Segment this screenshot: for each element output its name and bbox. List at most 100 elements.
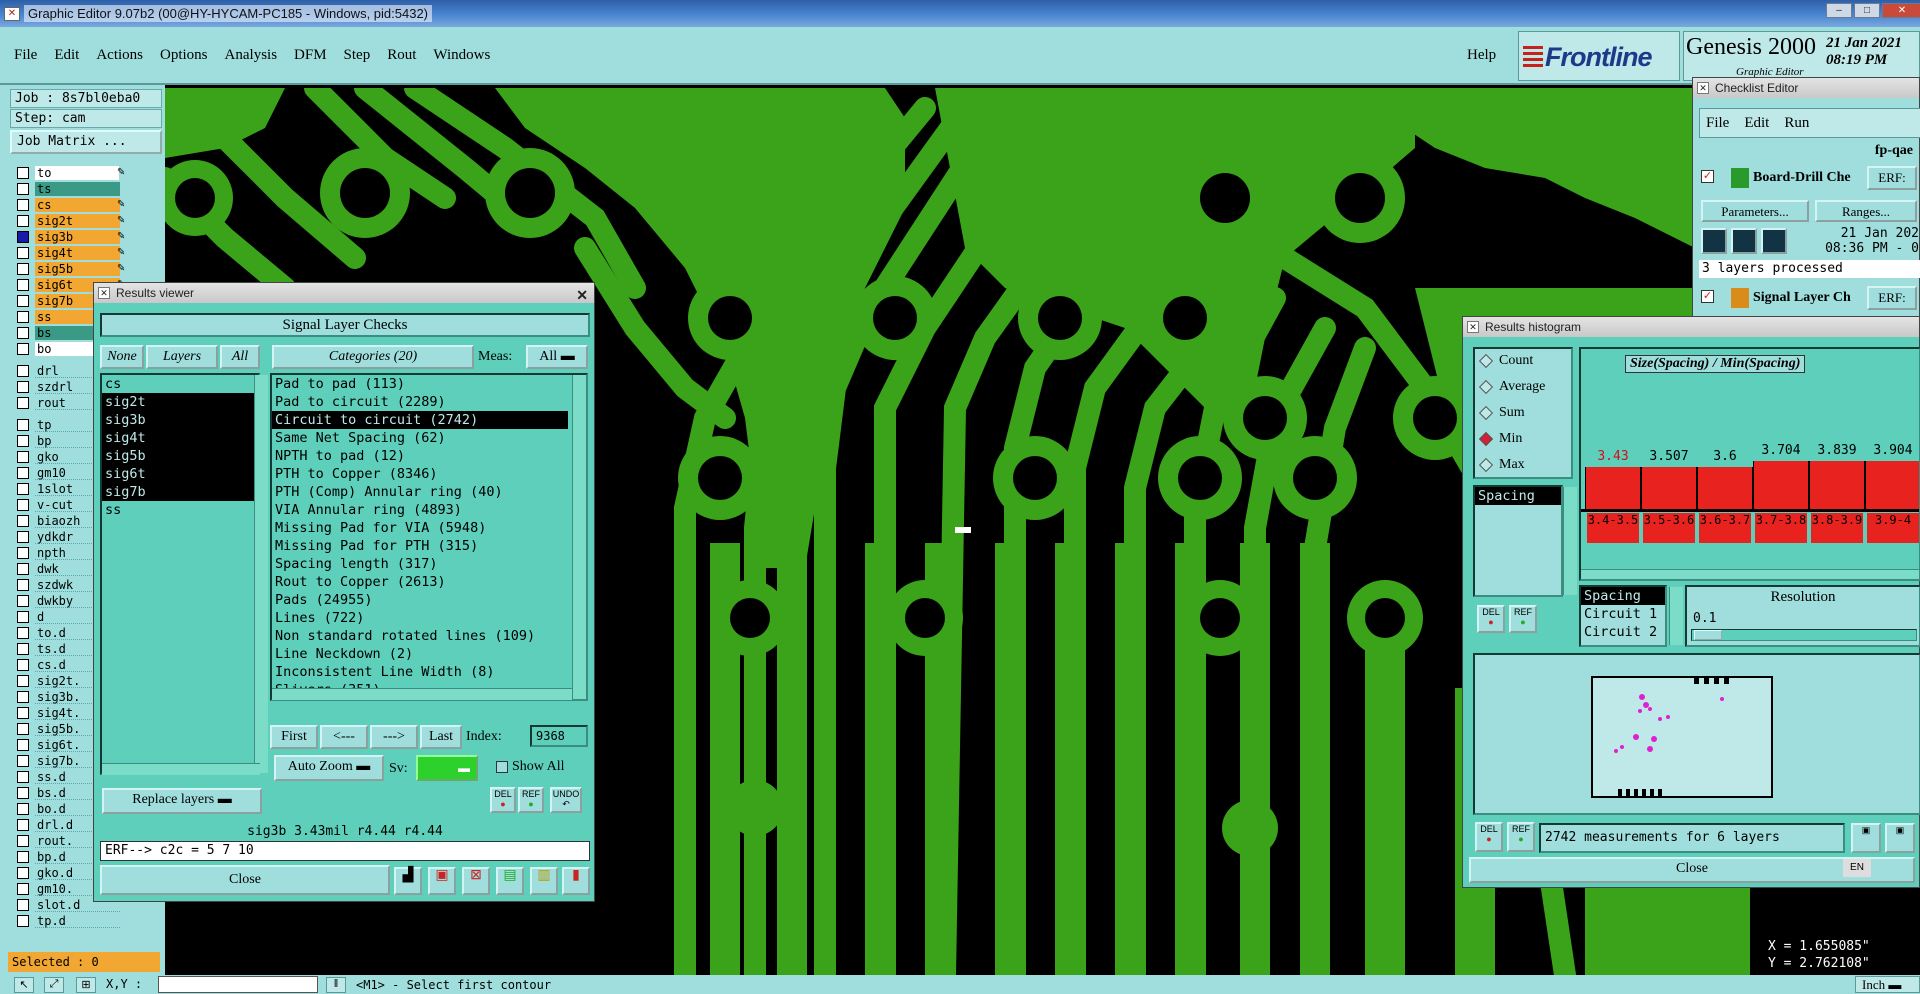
replace-layers-dropdown[interactable]: Replace layers ▬ [102, 788, 262, 814]
menu-step[interactable]: Step [344, 47, 371, 64]
histogram-spacing-list[interactable]: Spacing [1473, 485, 1563, 597]
grid-tool-icon[interactable]: ⊞ [76, 977, 96, 993]
first-button[interactable]: First [270, 725, 318, 749]
hist-del-button[interactable]: DEL ● [1477, 605, 1505, 633]
ranges-button[interactable]: Ranges... [1815, 200, 1917, 222]
category-item[interactable]: Spacing length (317) [272, 555, 586, 573]
meas-dropdown[interactable]: All ▬ [526, 345, 588, 369]
undo-button[interactable]: UNDO ↶ [550, 787, 582, 813]
menu-dfm[interactable]: DFM [294, 47, 327, 64]
layer-checkbox[interactable] [17, 642, 29, 655]
layer-checkbox[interactable] [17, 562, 29, 575]
layer-checkbox[interactable] [17, 786, 29, 799]
category-item[interactable]: Missing Pad for VIA (5948) [272, 519, 586, 537]
histogram-field-item[interactable]: Circuit 2 [1581, 623, 1665, 641]
layer-checkbox[interactable] [17, 738, 29, 751]
menu-options[interactable]: Options [160, 47, 208, 64]
layer-row[interactable]: ts [13, 181, 133, 196]
result-layer-item[interactable]: sig4t [102, 429, 258, 447]
result-layer-item[interactable]: sig2t [102, 393, 258, 411]
histogram-hscrollbar[interactable] [1581, 569, 1919, 579]
measure-tool-icon[interactable]: ⤢ [44, 977, 64, 993]
layer-checkbox[interactable] [17, 434, 29, 447]
layer-row[interactable]: to ✎ [13, 165, 133, 180]
ref-button[interactable]: REF ● [518, 787, 544, 813]
category-item[interactable]: NPTH to pad (12) [272, 447, 586, 465]
layer-checkbox[interactable] [17, 182, 29, 195]
layer-name[interactable]: ts [35, 181, 120, 196]
layer-checkbox[interactable] [17, 658, 29, 671]
run-icon-2[interactable] [1731, 228, 1757, 254]
layer-checkbox[interactable] [17, 326, 29, 339]
category-item[interactable]: Pad to circuit (2289) [272, 393, 586, 411]
close-window-button[interactable]: ✕ [1882, 3, 1920, 18]
layer-checkbox[interactable] [17, 498, 29, 511]
layer-checkbox[interactable] [17, 754, 29, 767]
layer-checkbox[interactable] [17, 578, 29, 591]
results-layer-list[interactable]: cs sig2t sig3b sig4t sig5b sig6t sig7b ss [100, 373, 260, 775]
job-matrix-button[interactable]: Job Matrix ... [10, 130, 162, 154]
layer-checkbox[interactable] [17, 850, 29, 863]
layer-checkbox[interactable] [17, 898, 29, 911]
layer-checkbox[interactable] [17, 166, 29, 179]
layer-checkbox[interactable] [17, 882, 29, 895]
layer-name[interactable]: cs [35, 197, 120, 212]
mode-radio-sum[interactable]: Sum [1478, 405, 1525, 421]
layer-checkbox[interactable] [17, 262, 29, 275]
layer-checkbox[interactable] [17, 198, 29, 211]
histogram-bar[interactable] [1753, 461, 1809, 509]
mode-radio-min[interactable]: Min [1478, 431, 1522, 447]
category-item[interactable]: Lines (722) [272, 609, 586, 627]
layer-checkbox[interactable] [17, 818, 29, 831]
mode-radio-max[interactable]: Max [1478, 457, 1525, 473]
category-list[interactable]: Pad to pad (113) Pad to circuit (2289) Cir… [270, 373, 588, 701]
sv-color-dropdown[interactable]: ▬ [416, 755, 478, 781]
all-button[interactable]: All [220, 345, 260, 369]
layer-list-hscrollbar[interactable] [102, 763, 260, 775]
hist-tool-icon-2[interactable]: ▣ [1885, 823, 1915, 853]
category-item[interactable]: PTH (Comp) Annular ring (40) [272, 483, 586, 501]
board-preview[interactable] [1473, 653, 1920, 815]
category-item[interactable]: PTH to Copper (8346) [272, 465, 586, 483]
layer-checkbox[interactable] [17, 514, 29, 527]
category-item[interactable]: Non standard rotated lines (109) [272, 627, 586, 645]
histogram-list-scrollbar[interactable] [1563, 487, 1577, 595]
menu-windows[interactable]: Windows [433, 47, 490, 64]
tool-icon-4[interactable]: ▤ [496, 867, 524, 895]
layer-checkbox[interactable] [17, 610, 29, 623]
layer-checkbox[interactable] [17, 396, 29, 409]
layer-checkbox[interactable] [17, 834, 29, 847]
checklist-erf-1[interactable]: ERF: [1867, 166, 1917, 190]
category-item[interactable]: Same Net Spacing (62) [272, 429, 586, 447]
layer-checkbox[interactable] [17, 706, 29, 719]
checklist-item1-check[interactable]: ✓ [1701, 170, 1714, 183]
tool-icon-3[interactable]: ⊠ [462, 867, 490, 895]
preview-del-button[interactable]: DEL ● [1475, 822, 1503, 852]
checklist-erf-2[interactable]: ERF: [1867, 286, 1917, 310]
layer-checkbox[interactable] [17, 530, 29, 543]
histogram-icon[interactable]: ▮ [562, 867, 590, 895]
category-item[interactable]: Rout to Copper (2613) [272, 573, 586, 591]
tool-icon-2[interactable]: ▣ [428, 867, 456, 895]
histogram-field-list[interactable]: Spacing Circuit 1 Circuit 2 [1579, 585, 1667, 647]
hist-tool-icon-1[interactable]: ▣ [1851, 823, 1881, 853]
layer-checkbox[interactable] [17, 594, 29, 607]
slider-thumb[interactable] [1694, 630, 1722, 640]
layer-checkbox[interactable] [17, 214, 29, 227]
menu-help[interactable]: Help [1467, 47, 1496, 64]
layer-checkbox[interactable] [17, 690, 29, 703]
auto-zoom-dropdown[interactable]: Auto Zoom ▬ [274, 755, 384, 781]
layer-name[interactable]: to [35, 165, 119, 180]
prev-button[interactable]: <--- [320, 725, 368, 749]
result-layer-item[interactable]: sig7b [102, 483, 258, 501]
layer-checkbox[interactable] [17, 770, 29, 783]
results-close-button[interactable]: Close [100, 865, 390, 895]
category-item[interactable]: Pads (24955) [272, 591, 586, 609]
pause-icon[interactable]: ‖ [326, 977, 346, 993]
category-item[interactable]: Line Neckdown (2) [272, 645, 586, 663]
last-button[interactable]: Last [420, 725, 462, 749]
run-icon-3[interactable] [1761, 228, 1787, 254]
checklist-menu-edit[interactable]: Edit [1744, 115, 1769, 131]
tool-icon-1[interactable]: ▟ [394, 867, 422, 895]
layer-checkbox[interactable] [17, 246, 29, 259]
